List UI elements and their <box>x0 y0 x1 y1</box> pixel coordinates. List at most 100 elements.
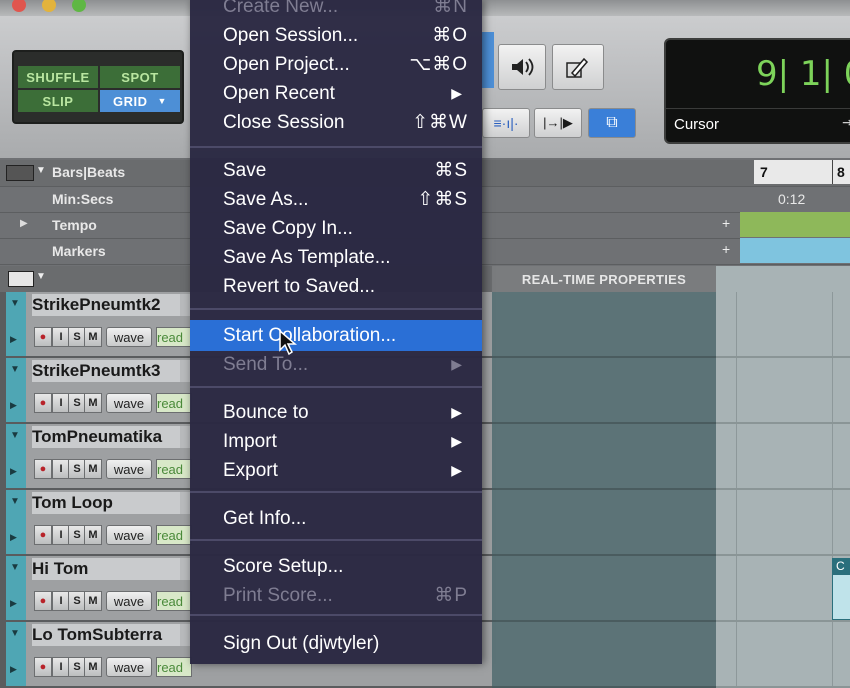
expand-arrow-icon[interactable]: ▶ <box>10 400 17 411</box>
automation-mode-selector[interactable]: read <box>156 657 192 677</box>
track-name[interactable]: Lo TomSubterra <box>32 624 182 646</box>
record-enable-button[interactable]: ● <box>34 525 52 545</box>
spot-mode-button[interactable]: SPOT <box>100 66 180 88</box>
menu-item-open-project[interactable]: Open Project... ⌥⌘O <box>190 50 482 79</box>
expand-arrow-icon[interactable]: ▶ <box>20 218 28 229</box>
link-track-button[interactable]: ≡·ı|· <box>482 108 530 138</box>
chevron-down-icon[interactable]: ▼ <box>36 271 46 282</box>
mute-button[interactable]: M <box>84 591 102 611</box>
track-view-selector[interactable]: wave <box>106 657 152 677</box>
submenu-arrow-icon: ▶ <box>451 462 462 478</box>
track-name-dropdown[interactable] <box>180 426 190 448</box>
grid-mode-button[interactable]: GRID ▼ <box>100 90 180 112</box>
menu-item-label: Save As... <box>223 188 309 210</box>
menu-item-save-copy-in[interactable]: Save Copy In... <box>190 214 482 243</box>
shuffle-mode-button[interactable]: SHUFFLE <box>18 66 98 88</box>
mute-button[interactable]: M <box>84 657 102 677</box>
add-tempo-icon[interactable]: + <box>722 215 730 231</box>
track-real-time-properties <box>492 292 716 358</box>
expand-arrow-icon[interactable]: ▶ <box>10 598 17 609</box>
record-enable-button[interactable]: ● <box>34 657 52 677</box>
bar-7-label: 7 <box>760 164 768 180</box>
expand-arrow-icon[interactable]: ▶ <box>10 532 17 543</box>
submenu-arrow-icon: ▶ <box>451 85 462 101</box>
menu-item-open-recent[interactable]: Open Recent ▶ <box>190 79 482 108</box>
automation-mode-selector[interactable]: read <box>156 327 192 347</box>
menu-item-print-score[interactable]: Print Score... ⌘P <box>190 581 482 610</box>
menu-item-send-to[interactable]: Send To... ▶ <box>190 350 482 379</box>
track-view-selector[interactable]: wave <box>106 393 152 413</box>
slip-mode-button[interactable]: SLIP <box>18 90 98 112</box>
track-view-selector[interactable]: wave <box>106 327 152 347</box>
track-name[interactable]: StrikePneumtk2 <box>32 294 182 316</box>
automation-mode-selector[interactable]: read <box>156 525 192 545</box>
mirror-midi-button[interactable]: ⧉ <box>588 108 636 138</box>
menu-item-start-collaboration[interactable]: Start Collaboration... <box>190 320 482 351</box>
add-marker-icon[interactable]: + <box>722 241 730 257</box>
grid-mode-label: GRID <box>113 93 148 109</box>
menu-item-sign-out-djwtyler[interactable]: Sign Out (djwtyler) <box>190 629 482 658</box>
tempo-lane[interactable] <box>740 212 850 237</box>
track-name[interactable]: TomPneumatika <box>32 426 182 448</box>
menu-separator <box>190 491 482 493</box>
menu-separator <box>190 539 482 541</box>
column-view-icon[interactable] <box>8 271 34 287</box>
track-view-selector[interactable]: wave <box>106 459 152 479</box>
menu-item-score-setup[interactable]: Score Setup... <box>190 552 482 581</box>
menu-item-create-new[interactable]: Create New... ⌘N <box>190 0 482 21</box>
bars-timeline[interactable] <box>754 160 850 184</box>
expand-arrow-icon[interactable]: ▶ <box>10 664 17 675</box>
track-collapse-icon[interactable]: ▼ <box>10 364 20 375</box>
menu-item-save-as[interactable]: Save As... ⇧⌘S <box>190 185 482 214</box>
record-enable-button[interactable]: ● <box>34 459 52 479</box>
menu-item-open-session[interactable]: Open Session... ⌘O <box>190 21 482 50</box>
automation-mode-selector[interactable]: read <box>156 393 192 413</box>
expand-arrow-icon[interactable]: ▶ <box>10 334 17 345</box>
markers-lane[interactable] <box>740 238 850 263</box>
expand-arrow-icon[interactable]: ▶ <box>10 466 17 477</box>
track-name-dropdown[interactable] <box>180 294 190 316</box>
menu-item-revert-to-saved[interactable]: Revert to Saved... <box>190 272 482 301</box>
chevron-down-icon[interactable]: ▼ <box>36 165 46 176</box>
menu-item-label: Start Collaboration... <box>223 324 397 346</box>
track-name[interactable]: StrikePneumtk3 <box>32 360 182 382</box>
track-collapse-icon[interactable]: ▼ <box>10 562 20 573</box>
mute-button[interactable]: M <box>84 525 102 545</box>
track-collapse-icon[interactable]: ▼ <box>10 628 20 639</box>
menu-item-import[interactable]: Import ▶ <box>190 427 482 456</box>
automation-mode-selector[interactable]: read <box>156 459 192 479</box>
menu-item-close-session[interactable]: Close Session ⇧⌘W <box>190 108 482 137</box>
pencil-tool-button[interactable] <box>552 44 604 90</box>
track-name[interactable]: Hi Tom <box>32 558 182 580</box>
track-collapse-icon[interactable]: ▼ <box>10 298 20 309</box>
menu-item-save-as-template[interactable]: Save As Template... <box>190 243 482 272</box>
tab-to-transient-button[interactable]: |→|▶ <box>534 108 582 138</box>
menu-item-bounce-to[interactable]: Bounce to ▶ <box>190 398 482 427</box>
menu-item-get-info[interactable]: Get Info... <box>190 504 482 533</box>
menu-item-shortcut: ⌘N <box>433 0 468 17</box>
track-collapse-icon[interactable]: ▼ <box>10 496 20 507</box>
automation-mode-selector[interactable]: read <box>156 591 192 611</box>
track-name[interactable]: Tom Loop <box>32 492 182 514</box>
ruler-view-icon[interactable] <box>6 165 34 181</box>
track-name-dropdown[interactable] <box>180 558 190 580</box>
grid-line <box>832 292 833 356</box>
record-enable-button[interactable]: ● <box>34 591 52 611</box>
selector-tool-edge[interactable] <box>482 32 494 88</box>
record-enable-button[interactable]: ● <box>34 327 52 347</box>
track-view-selector[interactable]: wave <box>106 591 152 611</box>
track-name-dropdown[interactable] <box>180 360 190 382</box>
track-name-dropdown[interactable] <box>180 492 190 514</box>
mute-button[interactable]: M <box>84 459 102 479</box>
menu-item-save[interactable]: Save ⌘S <box>190 156 482 185</box>
track-collapse-icon[interactable]: ▼ <box>10 430 20 441</box>
record-enable-button[interactable]: ● <box>34 393 52 413</box>
track-name-dropdown[interactable] <box>180 624 190 646</box>
speaker-tool-button[interactable] <box>498 44 546 90</box>
mute-button[interactable]: M <box>84 393 102 413</box>
bars-beats-label: Bars|Beats <box>52 164 126 180</box>
menu-item-export[interactable]: Export ▶ <box>190 456 482 485</box>
audio-clip[interactable]: C <box>832 558 850 620</box>
mute-button[interactable]: M <box>84 327 102 347</box>
track-view-selector[interactable]: wave <box>106 525 152 545</box>
